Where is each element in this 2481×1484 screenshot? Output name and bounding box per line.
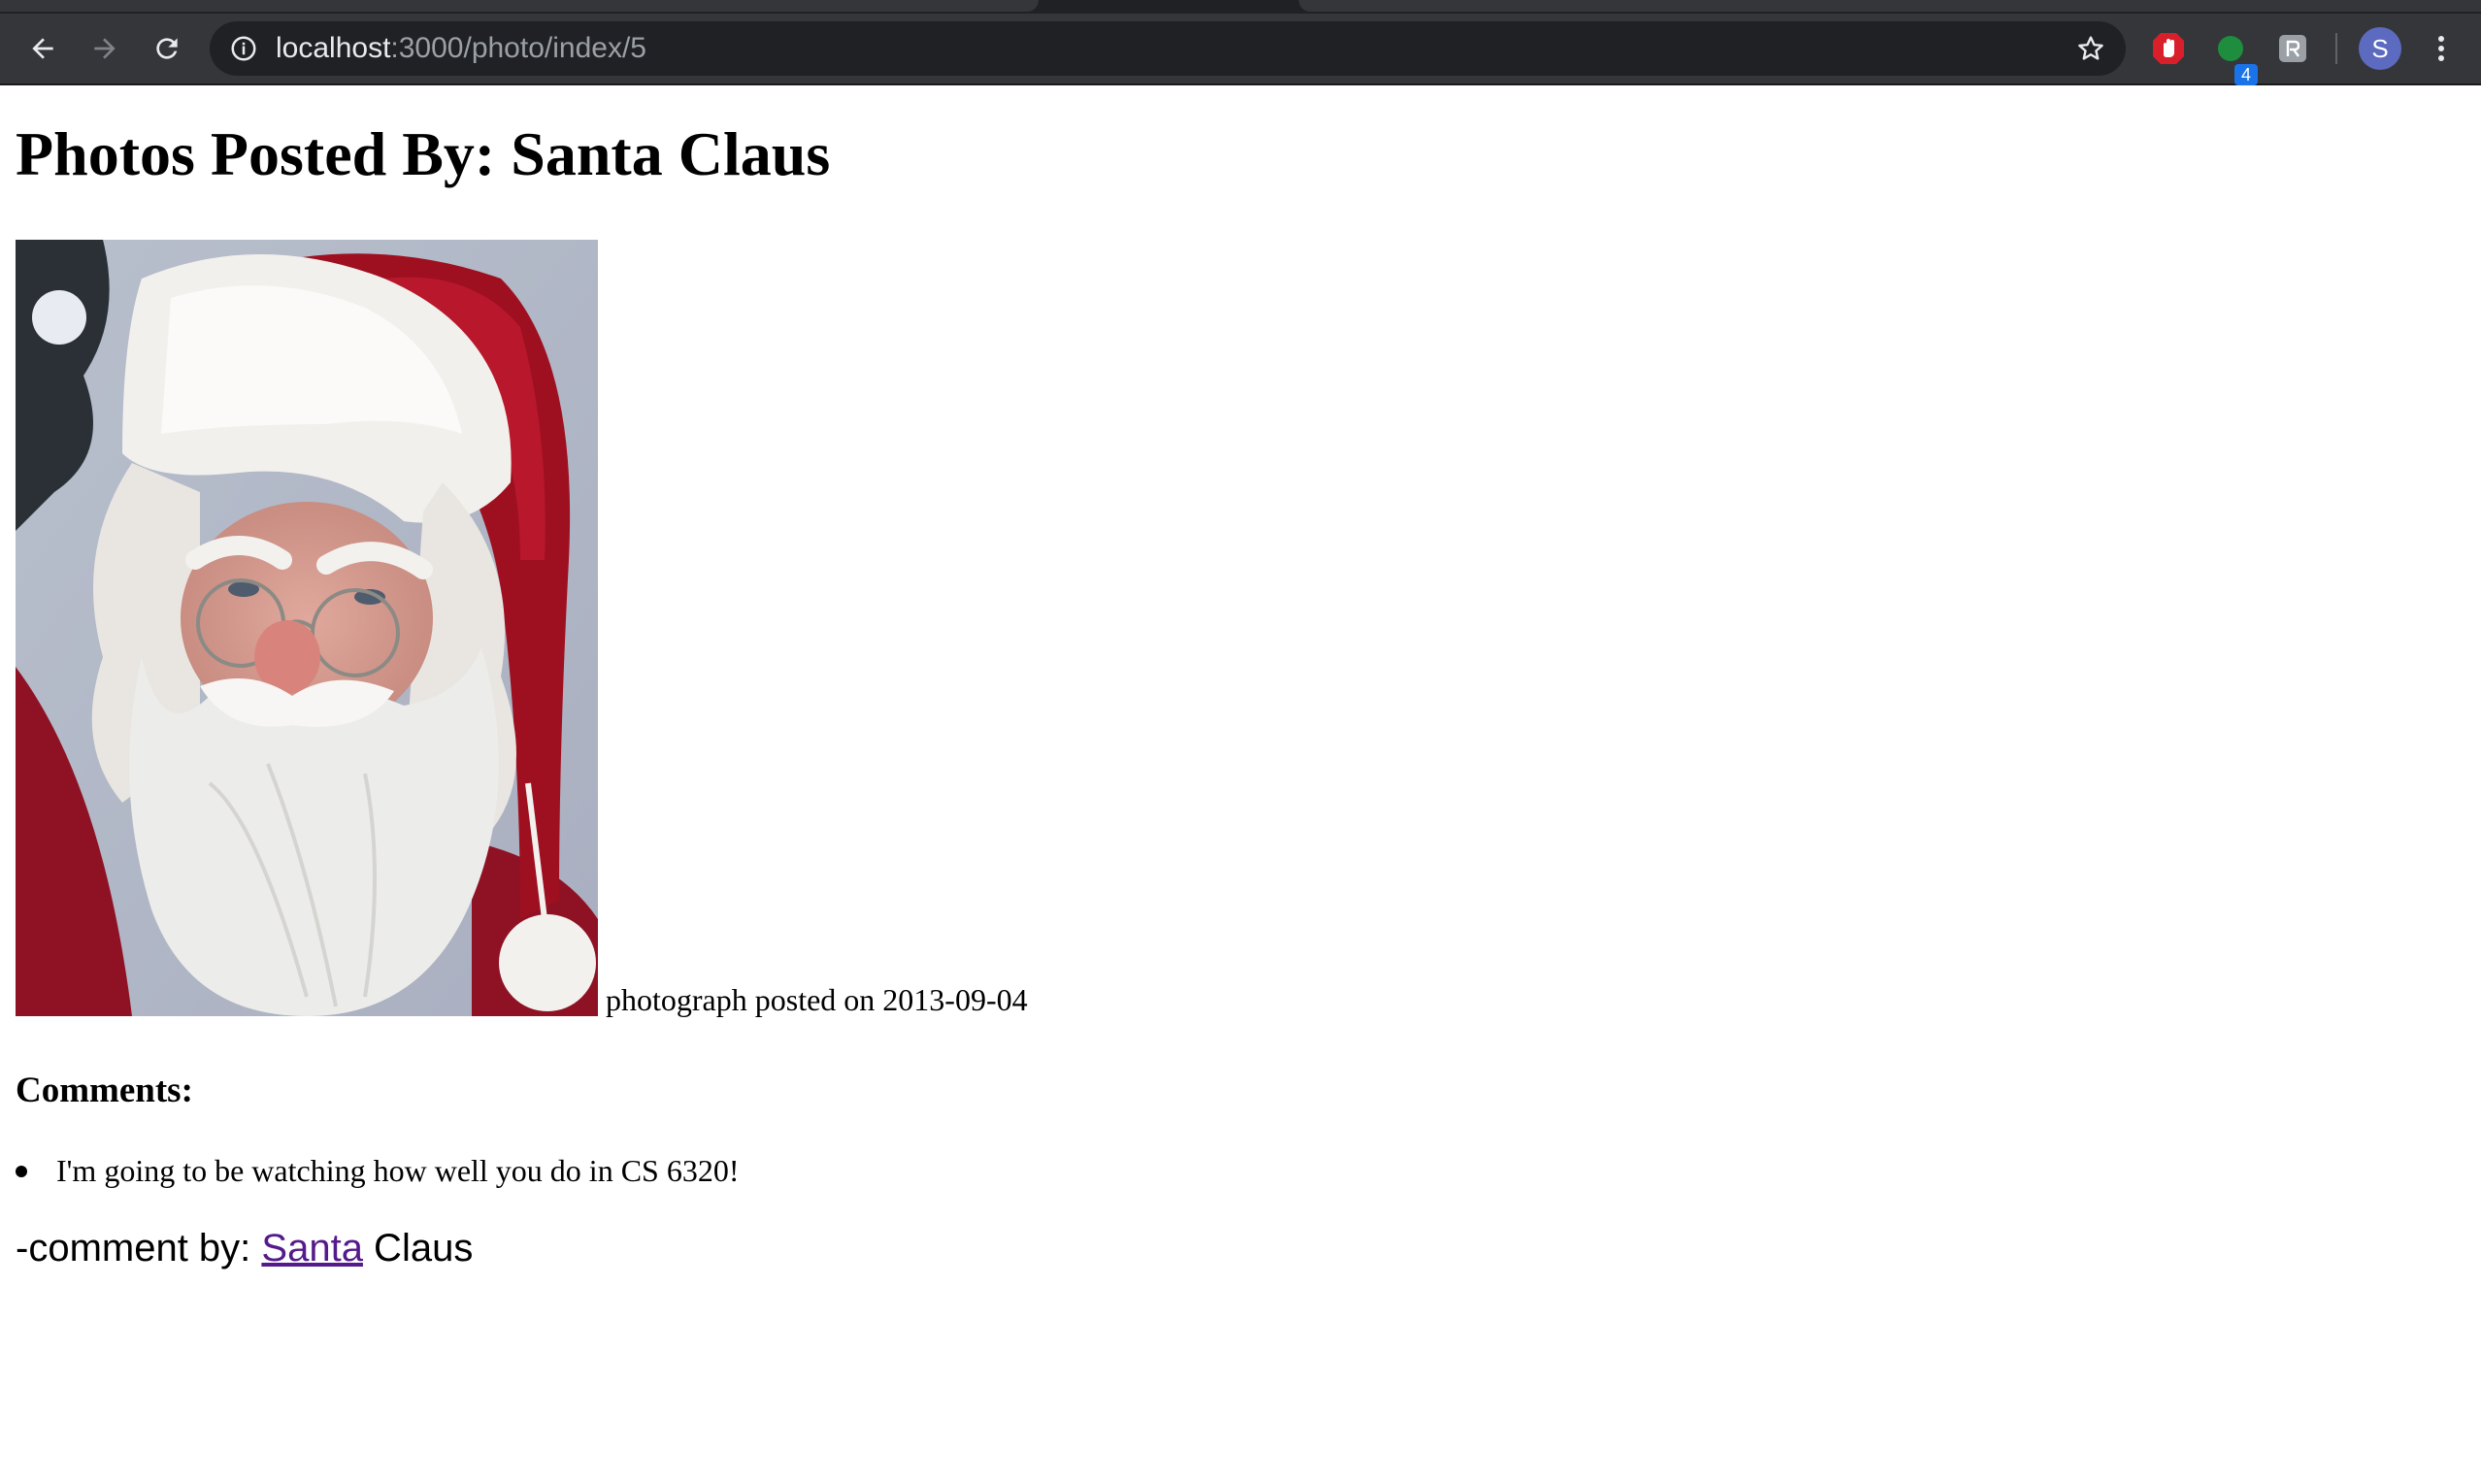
reload-icon	[156, 38, 178, 59]
green-circle-extension-icon[interactable]	[2211, 29, 2250, 68]
comment-list-item: I'm going to be watching how well you do…	[16, 1153, 739, 1189]
tab-strip	[0, 0, 2481, 14]
grey-extension-icon[interactable]	[2273, 29, 2312, 68]
comment-byline: -comment by: Santa Claus	[16, 1227, 473, 1270]
page-title: Photos Posted By: Santa Claus	[16, 119, 831, 188]
url-host: localhost	[276, 32, 391, 64]
extension-badge-count: 4	[2234, 64, 2258, 85]
url-text[interactable]: localhost:3000/photo/index/5	[276, 21, 646, 76]
kebab-menu-icon[interactable]	[2427, 27, 2456, 70]
info-icon[interactable]	[229, 34, 258, 63]
byline-prefix: -comment by:	[16, 1227, 262, 1270]
page-content: Photos Posted By: Santa Claus photograph…	[0, 85, 2481, 1484]
adblock-extension-icon[interactable]	[2149, 29, 2188, 68]
back-arrow-icon	[32, 38, 53, 59]
forward-button[interactable]	[85, 29, 124, 68]
comment-author-last-name: Claus	[362, 1227, 474, 1270]
comment-author-link[interactable]: Santa	[261, 1227, 363, 1270]
tab-inactive-left[interactable]	[0, 0, 1039, 12]
toolbar-separator	[2335, 33, 2337, 64]
browser-toolbar: localhost:3000/photo/index/5 4 S	[0, 14, 2481, 85]
bullet-icon	[16, 1165, 27, 1177]
address-bar[interactable]: localhost:3000/photo/index/5	[210, 21, 2126, 76]
comments-heading: Comments:	[16, 1071, 193, 1110]
tab-inactive-right[interactable]	[1299, 0, 2481, 12]
back-button[interactable]	[23, 29, 62, 68]
forward-arrow-icon	[94, 38, 116, 59]
profile-avatar[interactable]: S	[2359, 27, 2401, 70]
photo-caption: photograph posted on 2013-09-04	[606, 982, 1028, 1017]
reload-button[interactable]	[148, 29, 186, 68]
bookmark-star-icon[interactable]	[2075, 33, 2106, 64]
comment-text: I'm going to be watching how well you do…	[56, 1153, 740, 1188]
url-path: :3000/photo/index/5	[390, 32, 646, 64]
santa-photo	[16, 240, 598, 1016]
